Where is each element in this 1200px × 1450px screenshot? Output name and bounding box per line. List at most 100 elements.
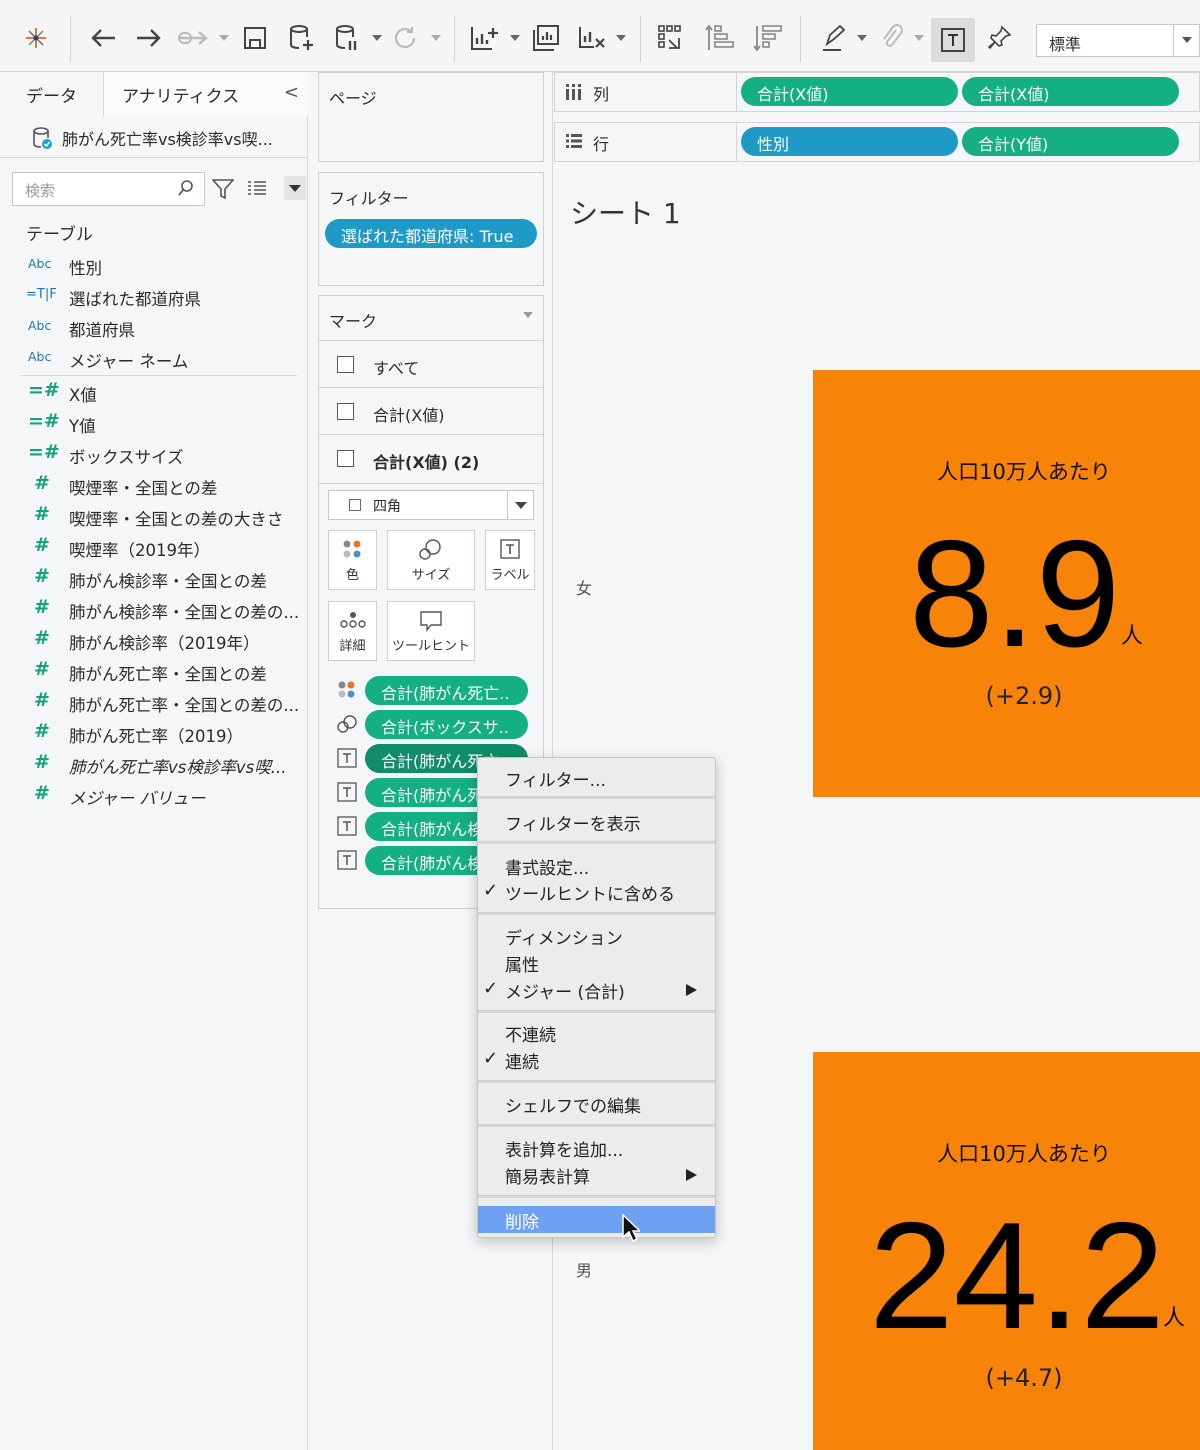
fit-select-chevron-down-icon[interactable]: [1173, 25, 1199, 56]
menu-item-attribute[interactable]: 属性: [505, 951, 539, 976]
pause-updates-icon[interactable]: [330, 20, 364, 56]
menu-item-remove[interactable]: 削除: [478, 1206, 715, 1233]
rows-pill[interactable]: 性別: [741, 127, 958, 156]
show-mark-labels-icon[interactable]: [931, 18, 975, 62]
sort-descending-icon[interactable]: [750, 20, 786, 56]
columns-pill[interactable]: 合計(X値): [962, 77, 1179, 106]
row-header-male[interactable]: 男: [576, 1257, 592, 1281]
fit-select[interactable]: 標準: [1036, 24, 1200, 57]
rows-pill[interactable]: 合計(Y値): [962, 127, 1179, 156]
field-item[interactable]: # 喫煙率・全国との差の大きさ: [0, 501, 307, 532]
pages-card[interactable]: ページ: [318, 72, 544, 162]
marks-tab-x[interactable]: 合計(X値): [319, 387, 543, 434]
menu-item-include-tooltip[interactable]: ツールヒントに含める: [483, 880, 675, 905]
marks-checkbox[interactable]: [337, 450, 354, 467]
field-name: 肺がん検診率・全国との差の...: [69, 603, 300, 622]
marks-chevron-down-icon[interactable]: [523, 312, 533, 318]
swap-rows-columns-icon[interactable]: [654, 20, 690, 56]
menu-item-format[interactable]: 書式設定...: [505, 854, 589, 879]
field-item[interactable]: # 肺がん死亡率（2019）: [0, 718, 307, 749]
field-item[interactable]: Abc 性別: [0, 250, 307, 281]
highlight-dropdown-caret[interactable]: [857, 35, 867, 41]
marks-tab-x2[interactable]: 合計(X値) (2): [319, 434, 543, 484]
filters-card[interactable]: フィルター 選ばれた都道府県: True: [318, 172, 544, 286]
pause-dropdown-caret[interactable]: [372, 35, 382, 41]
field-item[interactable]: =# Y値: [0, 408, 307, 439]
menu-separator: [478, 1080, 715, 1083]
sort-ascending-icon[interactable]: [702, 20, 738, 56]
number-type-icon: #: [34, 720, 50, 742]
field-item[interactable]: # 肺がん死亡率vs検診率vs喫...: [0, 749, 307, 780]
new-datasource-icon[interactable]: [284, 20, 318, 56]
save-icon[interactable]: [238, 20, 272, 56]
marks-field-pill[interactable]: 合計(肺がん死亡..: [365, 676, 528, 705]
marks-tab-all[interactable]: すべて: [319, 340, 543, 387]
fix-axes-pin-icon[interactable]: [982, 20, 1018, 56]
menu-item-filter[interactable]: フィルター...: [505, 766, 606, 791]
color-button[interactable]: 色: [328, 530, 377, 590]
view-dropdown-caret[interactable]: [284, 176, 306, 200]
menu-item-continuous[interactable]: 連続: [483, 1048, 539, 1073]
field-item[interactable]: =# X値: [0, 377, 307, 408]
field-item[interactable]: Abc 都道府県: [0, 312, 307, 343]
new-worksheet-dropdown-caret[interactable]: [510, 35, 520, 41]
refresh-dropdown-caret[interactable]: [431, 35, 441, 41]
field-name: 喫煙率・全国との差の大きさ: [69, 510, 284, 529]
tab-data[interactable]: データ: [0, 72, 104, 116]
columns-pill[interactable]: 合計(X値): [741, 77, 958, 106]
marks-checkbox[interactable]: [337, 403, 354, 420]
size-button[interactable]: サイズ: [387, 530, 475, 590]
datasource-item[interactable]: 肺がん死亡率vs検診率vs喫...: [0, 116, 307, 158]
field-item[interactable]: # 肺がん死亡率・全国との差: [0, 656, 307, 687]
label-button-label: ラベル: [490, 568, 530, 583]
mark-tile-male[interactable]: 人口10万人あたり 24.2 人 (+4.7): [813, 1052, 1200, 1450]
clear-sheet-icon[interactable]: [574, 20, 610, 56]
refresh-icon[interactable]: [388, 20, 422, 56]
marks-field-pill[interactable]: 合計(ボックスサ..: [365, 710, 528, 739]
marks-checkbox[interactable]: [337, 356, 354, 373]
mark-type-select[interactable]: 四角: [328, 490, 534, 520]
menu-item-quick-table-calc[interactable]: 簡易表計算: [505, 1163, 590, 1188]
menu-item-discrete[interactable]: 不連続: [505, 1021, 556, 1046]
field-item[interactable]: # 喫煙率（2019年）: [0, 532, 307, 563]
group-members-icon[interactable]: [874, 20, 910, 56]
filter-pill[interactable]: 選ばれた都道府県: True: [325, 219, 537, 248]
view-list-icon[interactable]: [247, 180, 267, 200]
mark-tile-female[interactable]: 人口10万人あたり 8.9 人 (+2.9): [813, 370, 1200, 797]
row-header-female[interactable]: 女: [576, 575, 592, 599]
field-item[interactable]: # 喫煙率・全国との差: [0, 470, 307, 501]
detail-button[interactable]: 詳細: [328, 601, 377, 661]
replay-animation-icon[interactable]: [176, 20, 212, 56]
field-item[interactable]: # 肺がん検診率・全国との差: [0, 563, 307, 594]
redo-icon[interactable]: [132, 20, 166, 56]
duplicate-sheet-icon[interactable]: [528, 20, 564, 56]
mark-type-chevron-down-icon[interactable]: [507, 491, 533, 519]
menu-item-dimension[interactable]: ディメンション: [505, 924, 623, 949]
tooltip-button[interactable]: ツールヒント: [387, 601, 475, 661]
collapse-pane-icon[interactable]: <: [284, 82, 299, 103]
tab-analytics[interactable]: アナリティクス: [104, 72, 308, 116]
field-item[interactable]: =# ボックスサイズ: [0, 439, 307, 470]
undo-icon[interactable]: [86, 20, 120, 56]
field-item[interactable]: # メジャー バリュー: [0, 780, 307, 811]
tableau-logo-icon[interactable]: [18, 20, 54, 56]
columns-shelf-label: 列: [554, 72, 737, 112]
field-item[interactable]: # 肺がん検診率・全国との差の...: [0, 594, 307, 625]
highlight-icon[interactable]: [816, 20, 852, 56]
menu-item-add-table-calc[interactable]: 表計算を追加...: [505, 1136, 623, 1161]
label-button[interactable]: ラベル: [485, 530, 535, 590]
filter-icon[interactable]: [211, 178, 235, 204]
new-worksheet-icon[interactable]: [466, 20, 502, 56]
field-item[interactable]: # 肺がん検診率（2019年）: [0, 625, 307, 656]
sheet-title[interactable]: シート 1: [570, 192, 681, 232]
search-input[interactable]: 検索: [12, 172, 205, 206]
replay-dropdown-caret[interactable]: [219, 35, 229, 41]
clear-dropdown-caret[interactable]: [616, 35, 626, 41]
menu-item-edit-in-shelf[interactable]: シェルフでの編集: [505, 1092, 641, 1117]
menu-item-show-filter[interactable]: フィルターを表示: [505, 810, 641, 835]
field-item[interactable]: =T|F 選ばれた都道府県: [0, 281, 307, 312]
group-dropdown-caret[interactable]: [914, 35, 924, 41]
field-item[interactable]: # 肺がん死亡率・全国との差の...: [0, 687, 307, 718]
menu-item-measure[interactable]: メジャー (合計): [483, 978, 625, 1003]
field-item[interactable]: Abc メジャー ネーム: [0, 343, 307, 374]
